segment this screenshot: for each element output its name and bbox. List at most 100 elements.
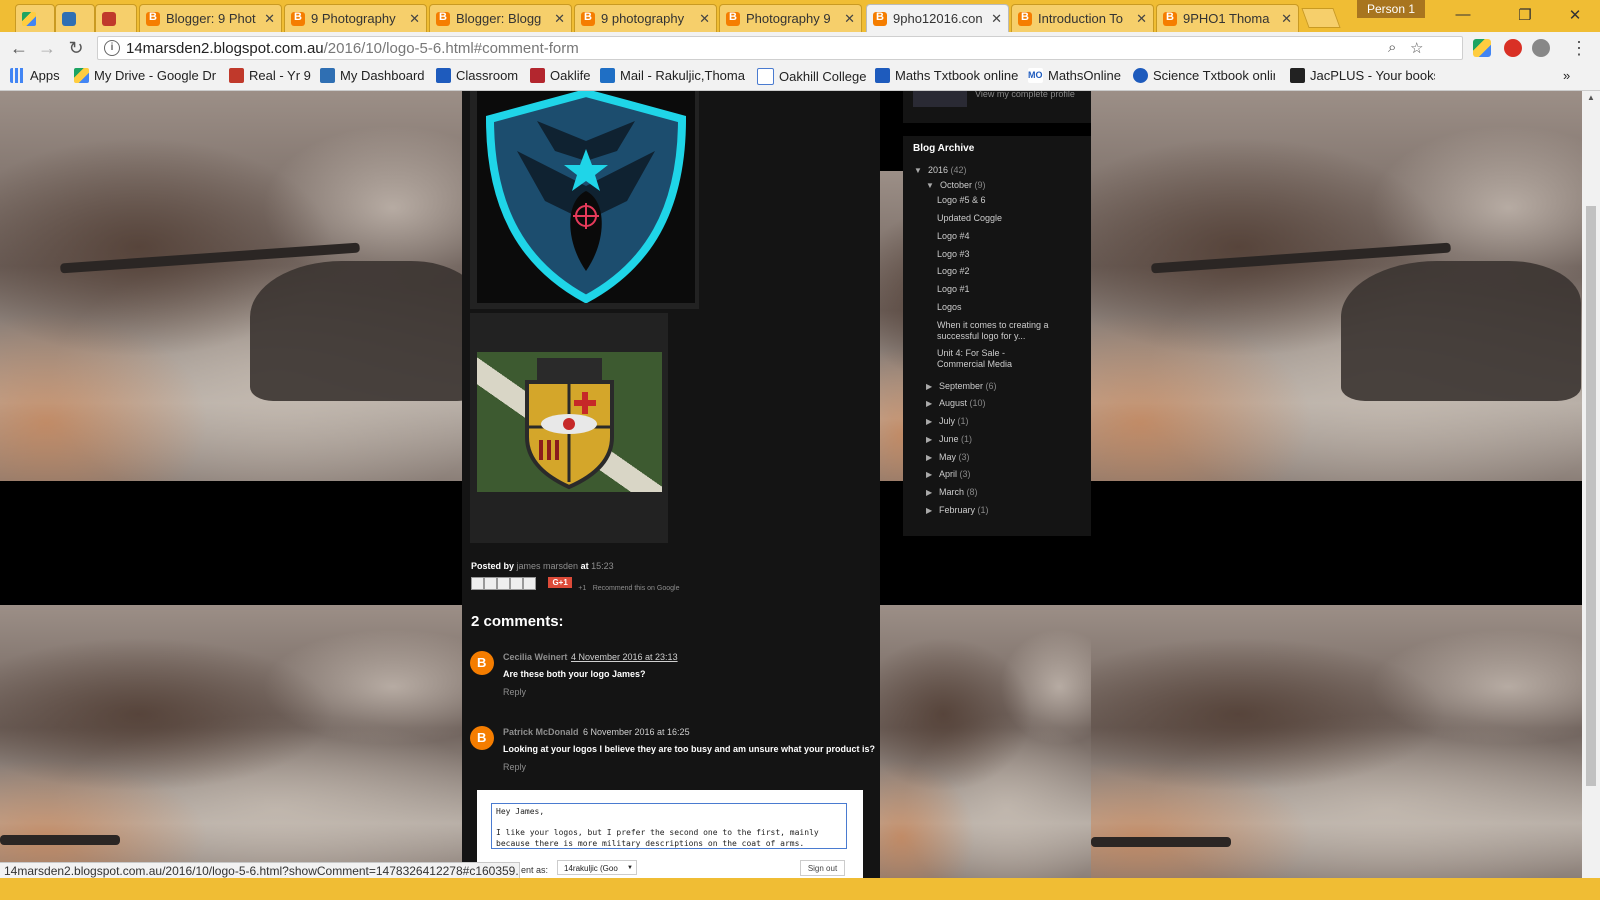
expand-arrow-icon[interactable]: ▶ xyxy=(926,382,932,391)
tab-photography-1[interactable]: 9 Photography ✕ xyxy=(284,4,427,32)
post-time-link[interactable]: 15:23 xyxy=(591,561,614,571)
archive-month-open[interactable]: October (9) xyxy=(940,180,986,190)
tab-dashboard[interactable] xyxy=(55,4,95,32)
pinterest-share-icon[interactable] xyxy=(523,577,536,590)
expand-arrow-icon[interactable]: ▶ xyxy=(926,453,932,462)
archive-post[interactable]: Logo #5 & 6 xyxy=(937,195,986,205)
commenter-avatar[interactable] xyxy=(470,726,494,750)
bookmark-maths-txtbook[interactable]: Maths Txtbook online xyxy=(875,68,1018,83)
minimize-button[interactable]: — xyxy=(1448,6,1478,23)
bookmark-jacplus[interactable]: JacPLUS - Your books xyxy=(1290,68,1435,83)
archive-post[interactable]: When it comes to creating a successful l… xyxy=(937,320,1055,342)
archive-post[interactable]: Logo #1 xyxy=(937,284,970,294)
forward-button[interactable]: → xyxy=(35,38,59,59)
comment-date[interactable]: 4 November 2016 at 23:13 xyxy=(571,652,678,662)
bookmark-classroom[interactable]: Classroom xyxy=(436,68,518,83)
bookmark-oakhill[interactable]: Oakhill College xyxy=(757,68,866,85)
address-bar[interactable]: i 14marsden2.blogspot.com.au/2016/10/log… xyxy=(97,36,1463,60)
logo-image-2[interactable] xyxy=(477,352,662,492)
close-icon[interactable]: ✕ xyxy=(844,11,855,27)
tab-photography-3[interactable]: Photography 9 ✕ xyxy=(719,4,862,32)
back-button[interactable]: ← xyxy=(7,38,31,59)
comment-date[interactable]: 6 November 2016 at 16:25 xyxy=(583,727,690,737)
tab-blogger-1[interactable]: Blogger: 9 Phot ✕ xyxy=(139,4,282,32)
person-button[interactable]: Person 1 xyxy=(1357,0,1425,18)
archive-month[interactable]: June (1) xyxy=(939,434,972,444)
url-text[interactable]: 14marsden2.blogspot.com.au/2016/10/logo-… xyxy=(126,40,579,57)
archive-month[interactable]: July (1) xyxy=(939,416,969,426)
tab-9pho1[interactable]: 9PHO1 Thoma ✕ xyxy=(1156,4,1299,32)
archive-post[interactable]: Logo #2 xyxy=(937,266,970,276)
facebook-share-icon[interactable] xyxy=(510,577,523,590)
archive-year[interactable]: 2016 (42) xyxy=(928,165,967,175)
restore-button[interactable]: ❐ xyxy=(1510,6,1540,24)
view-profile-link[interactable]: View my complete profile xyxy=(975,91,1075,99)
expand-arrow-icon[interactable]: ▶ xyxy=(926,399,932,408)
expand-arrow-icon[interactable]: ▶ xyxy=(926,506,932,515)
close-icon[interactable]: ✕ xyxy=(699,11,710,27)
expand-arrow-icon[interactable]: ▶ xyxy=(926,417,932,426)
gplus-button[interactable]: G+1 xyxy=(548,577,572,588)
close-icon[interactable]: ✕ xyxy=(554,11,565,27)
bookmark-mail[interactable]: Mail - Rakuljic,Thoma xyxy=(600,68,745,83)
tab-drive[interactable] xyxy=(15,4,55,32)
close-icon[interactable]: ✕ xyxy=(409,11,420,27)
archive-month[interactable]: February (1) xyxy=(939,505,989,515)
bookmark-dashboard[interactable]: My Dashboard xyxy=(320,68,425,83)
scrollbar-thumb[interactable] xyxy=(1586,206,1596,786)
page-scrollbar[interactable]: ▲ xyxy=(1582,91,1600,878)
sign-out-button[interactable]: Sign out xyxy=(800,860,845,876)
archive-month[interactable]: May (3) xyxy=(939,452,970,462)
archive-post[interactable]: Logo #4 xyxy=(937,231,970,241)
eye-extension-icon[interactable] xyxy=(1532,39,1550,57)
blog-share-icon[interactable] xyxy=(484,577,497,590)
logo-image-1[interactable] xyxy=(477,91,695,304)
tab-blogger-2[interactable]: Blogger: Blogg ✕ xyxy=(429,4,572,32)
zoom-icon[interactable]: ⌕ xyxy=(1388,39,1396,56)
extension-badge-icon[interactable] xyxy=(1504,39,1522,57)
archive-month[interactable]: September (6) xyxy=(939,381,997,391)
comment-author[interactable]: Cecilia Weinert xyxy=(503,652,567,662)
commenter-avatar[interactable] xyxy=(470,651,494,675)
bookmark-mathsonline[interactable]: MO MathsOnline xyxy=(1028,68,1121,83)
email-share-icon[interactable] xyxy=(471,577,484,590)
close-window-button[interactable]: ✕ xyxy=(1560,6,1590,24)
menu-icon[interactable]: ⋮ xyxy=(1567,38,1591,59)
bookmark-drive[interactable]: My Drive - Google Dr xyxy=(74,68,216,83)
close-icon[interactable]: ✕ xyxy=(991,11,1002,27)
archive-post[interactable]: Updated Coggle xyxy=(937,213,1002,223)
bookmarks-overflow-icon[interactable]: » xyxy=(1563,68,1570,83)
star-icon[interactable]: ☆ xyxy=(1410,39,1423,57)
expand-arrow-icon[interactable]: ▼ xyxy=(926,181,934,190)
close-icon[interactable]: ✕ xyxy=(264,11,275,27)
comment-author[interactable]: Patrick McDonald xyxy=(503,727,579,737)
tab-photography-2[interactable]: 9 photography ✕ xyxy=(574,4,717,32)
twitter-share-icon[interactable] xyxy=(497,577,510,590)
profile-photo[interactable] xyxy=(913,91,967,107)
archive-month[interactable]: August (10) xyxy=(939,398,986,408)
tab-real[interactable] xyxy=(95,4,137,32)
bookmark-real[interactable]: Real - Yr 9 xyxy=(229,68,311,83)
tab-introduction[interactable]: Introduction To ✕ xyxy=(1011,4,1154,32)
reload-button[interactable]: ↻ xyxy=(64,38,88,59)
close-icon[interactable]: ✕ xyxy=(1281,11,1292,27)
bookmark-science-txtbook[interactable]: Science Txtbook onlin xyxy=(1133,68,1275,83)
drive-extension-icon[interactable] xyxy=(1473,39,1491,57)
archive-month[interactable]: April (3) xyxy=(939,469,971,479)
post-author-link[interactable]: james marsden xyxy=(517,561,579,571)
expand-arrow-icon[interactable]: ▼ xyxy=(914,166,922,175)
archive-post[interactable]: Unit 4: For Sale - Commercial Media xyxy=(937,348,1045,370)
identity-select[interactable]: 14rakuljic (Goo ▼ xyxy=(557,860,637,875)
reply-link[interactable]: Reply xyxy=(503,762,526,772)
archive-post[interactable]: Logo #3 xyxy=(937,249,970,259)
close-icon[interactable]: ✕ xyxy=(1136,11,1147,27)
info-icon[interactable]: i xyxy=(104,40,120,56)
tab-active[interactable]: 9pho12016.con ✕ xyxy=(866,4,1009,32)
expand-arrow-icon[interactable]: ▶ xyxy=(926,488,932,497)
archive-post[interactable]: Logos xyxy=(937,302,962,312)
bookmark-oaklife[interactable]: Oaklife xyxy=(530,68,590,83)
new-tab-button[interactable] xyxy=(1301,8,1341,28)
bookmark-apps[interactable]: Apps xyxy=(10,68,60,83)
expand-arrow-icon[interactable]: ▶ xyxy=(926,435,932,444)
expand-arrow-icon[interactable]: ▶ xyxy=(926,470,932,479)
